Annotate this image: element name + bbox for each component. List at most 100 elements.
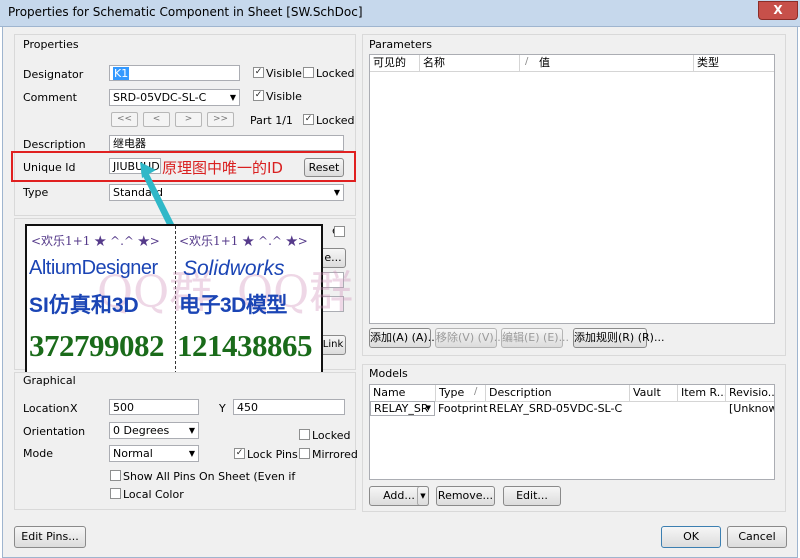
comment-visible-label: Visible bbox=[266, 90, 302, 103]
chevron-down-icon: ▼ bbox=[229, 93, 236, 102]
description-input[interactable]: 继电器 bbox=[109, 135, 344, 151]
window-title: Properties for Schematic Component in Sh… bbox=[8, 5, 363, 19]
properties-group-title: Properties bbox=[23, 38, 79, 51]
model-col-vault[interactable]: Vault bbox=[630, 385, 678, 401]
param-col-value[interactable]: 值 bbox=[536, 55, 694, 71]
graphical-group-title: Graphical bbox=[23, 374, 76, 387]
param-remove-button[interactable]: 移除(V) (V)... bbox=[435, 328, 504, 348]
param-col-name[interactable]: 名称 bbox=[420, 55, 520, 71]
model-col-description[interactable]: Description bbox=[486, 385, 630, 401]
promo-left-line2: SI仿真和3D bbox=[29, 294, 139, 317]
mirrored-label: Mirrored bbox=[312, 448, 358, 461]
promo-overlay: QQ群 <欢乐1+1 ★ ^.^ ★> AltiumDesigner SI仿真和… bbox=[25, 224, 353, 376]
designator-locked-checkbox[interactable] bbox=[303, 67, 314, 78]
location-x-label: X bbox=[70, 402, 78, 415]
location-y-input[interactable]: 450 bbox=[233, 399, 345, 415]
show-all-pins-checkbox[interactable] bbox=[110, 470, 121, 481]
first-part-button[interactable]: << bbox=[111, 112, 138, 127]
chevron-down-icon: ▼ bbox=[188, 449, 195, 458]
model-col-revision[interactable]: Revisio... bbox=[726, 385, 774, 401]
model-name-select[interactable]: RELAY_SR ▼ bbox=[370, 401, 435, 416]
location-y-value: 450 bbox=[237, 401, 258, 414]
param-col-visible[interactable]: 可见的 bbox=[370, 55, 420, 71]
prev-part-button[interactable]: < bbox=[143, 112, 170, 127]
promo-left-tag: <欢乐1+1 ★ ^.^ ★> bbox=[31, 234, 160, 248]
ok-button[interactable]: OK bbox=[661, 526, 721, 548]
models-group-title: Models bbox=[369, 367, 408, 380]
param-edit-button[interactable]: 编辑(E) (E)... bbox=[501, 328, 569, 348]
type-label: Type bbox=[23, 186, 49, 199]
description-value: 继电器 bbox=[113, 137, 146, 150]
designator-input[interactable]: K1 bbox=[109, 65, 240, 81]
location-y-label: Y bbox=[219, 402, 226, 415]
parameters-list[interactable]: 可见的 名称 / 值 类型 bbox=[369, 54, 775, 324]
last-part-button[interactable]: >> bbox=[207, 112, 234, 127]
promo-right-line2: 电子3D模型 bbox=[179, 294, 287, 317]
param-sort-indicator: / bbox=[525, 56, 529, 67]
edit-pins-button[interactable]: Edit Pins... bbox=[14, 526, 86, 548]
unique-id-label: Unique Id bbox=[23, 161, 76, 174]
part-locked-checkbox[interactable]: ✓ bbox=[303, 114, 314, 125]
model-add-label: Add... bbox=[383, 489, 415, 502]
hidden-checkbox[interactable] bbox=[334, 226, 345, 237]
cancel-button[interactable]: Cancel bbox=[727, 526, 787, 548]
model-revision-cell: [Unknowr bbox=[729, 402, 774, 415]
models-list[interactable]: Name Type / Description Vault Item R... … bbox=[369, 384, 775, 480]
model-edit-button[interactable]: Edit... bbox=[503, 486, 561, 506]
chevron-down-icon: ▼ bbox=[188, 426, 195, 435]
title-bar: Properties for Schematic Component in Sh… bbox=[0, 0, 800, 27]
model-col-type[interactable]: Type bbox=[436, 385, 486, 401]
promo-right-line1: Solidworks bbox=[183, 257, 285, 280]
table-row[interactable]: RELAY_SR ▼ Footprint RELAY_SRD-05VDC-SL-C… bbox=[370, 401, 774, 416]
models-header: Name Type / Description Vault Item R... … bbox=[370, 385, 774, 402]
lock-pins-checkbox[interactable]: ✓ bbox=[234, 448, 245, 459]
param-add-rule-button[interactable]: 添加规则(R) (R)... bbox=[573, 328, 664, 348]
graphical-panel bbox=[14, 372, 356, 510]
promo-left-number: 372799082 bbox=[29, 328, 165, 363]
designator-value: K1 bbox=[113, 67, 130, 80]
designator-visible-label: Visible bbox=[266, 67, 302, 80]
parameters-group-title: Parameters bbox=[369, 38, 432, 51]
orientation-select[interactable]: 0 Degrees ▼ bbox=[109, 422, 199, 439]
model-col-name[interactable]: Name bbox=[370, 385, 436, 401]
mirrored-checkbox[interactable] bbox=[299, 448, 310, 459]
local-colors-checkbox[interactable] bbox=[110, 488, 121, 499]
param-col-type[interactable]: 类型 bbox=[694, 55, 774, 71]
promo-right-number: 121438865 bbox=[177, 328, 313, 363]
link-button[interactable]: Link bbox=[320, 335, 346, 355]
designator-locked-label: Locked bbox=[316, 67, 355, 80]
part-locked-label: Locked bbox=[316, 114, 355, 127]
param-add-button[interactable]: 添加(A) (A)... bbox=[369, 328, 438, 348]
location-x-input[interactable]: 500 bbox=[109, 399, 199, 415]
graphical-locked-checkbox[interactable] bbox=[299, 429, 310, 440]
close-button[interactable]: X bbox=[758, 1, 798, 20]
mode-select[interactable]: Normal ▼ bbox=[109, 445, 199, 462]
part-label: Part 1/1 bbox=[250, 114, 293, 127]
location-x-value: 500 bbox=[113, 401, 134, 414]
location-label: Location bbox=[23, 402, 70, 415]
comment-value: SRD-05VDC-SL-C bbox=[113, 91, 207, 104]
orientation-label: Orientation bbox=[23, 425, 86, 438]
model-type-cell: Footprint bbox=[438, 402, 488, 415]
promo-right-tag: <欢乐1+1 ★ ^.^ ★> bbox=[179, 234, 308, 248]
model-remove-button[interactable]: Remove... bbox=[436, 486, 495, 506]
model-col-item[interactable]: Item R... bbox=[678, 385, 726, 401]
chevron-down-icon: ▼ bbox=[333, 188, 340, 197]
mode-value: Normal bbox=[113, 447, 153, 460]
chevron-down-icon: ▼ bbox=[425, 404, 431, 412]
designator-visible-checkbox[interactable]: ✓ bbox=[253, 67, 264, 78]
show-all-pins-label: Show All Pins On Sheet (Even if Hidde bbox=[123, 470, 299, 483]
next-part-button[interactable]: > bbox=[175, 112, 202, 127]
comment-visible-checkbox[interactable]: ✓ bbox=[253, 90, 264, 101]
local-colors-label: Local Color bbox=[123, 488, 184, 501]
reset-button[interactable]: Reset bbox=[304, 158, 344, 177]
comment-select[interactable]: SRD-05VDC-SL-C ▼ bbox=[109, 89, 240, 106]
lock-pins-label: Lock Pins bbox=[247, 448, 298, 461]
designator-label: Designator bbox=[23, 68, 84, 81]
model-sort-indicator: / bbox=[474, 386, 478, 397]
model-add-dropdown[interactable]: ▼ bbox=[417, 486, 429, 506]
orientation-value: 0 Degrees bbox=[113, 424, 170, 437]
comment-label: Comment bbox=[23, 91, 77, 104]
promo-left-line1: AltiumDesigner bbox=[29, 257, 158, 279]
parameters-header: 可见的 名称 / 值 类型 bbox=[370, 55, 774, 72]
